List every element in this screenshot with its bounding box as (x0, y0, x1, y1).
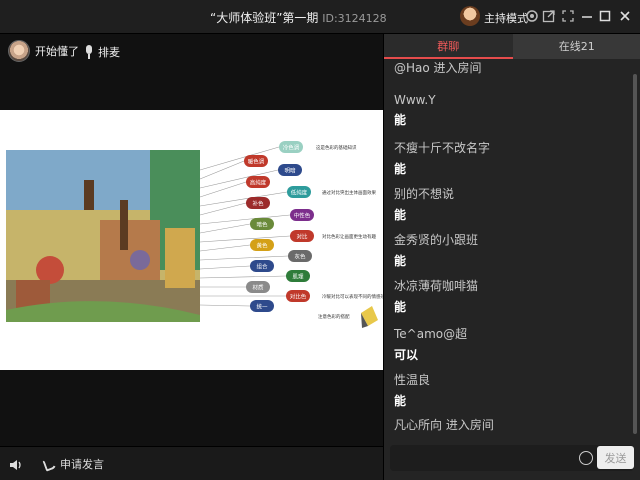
chat-message-text: 能 (394, 208, 407, 222)
chat-message-user: Te^amo@超 (394, 327, 468, 341)
mindmap-node-label: 低纯度 (291, 189, 308, 197)
message-list: @Hao 进入房间 Www.Y 能不瘦十斤不改名字能别的不想说能金秀贤的小跟班能冰凉… (384, 59, 634, 445)
chat-scrollbar[interactable] (633, 74, 637, 434)
settings-icon[interactable] (525, 9, 539, 23)
chat-message: 金秀贤的小跟班能 (394, 231, 624, 269)
chat-message-text: 能 (394, 394, 407, 408)
mindmap-connector (199, 214, 291, 225)
mindmap-connector (199, 223, 251, 234)
window-title: “大师体验班”第一期 ID:3124128 (210, 9, 387, 26)
chat-message-text: 能 (394, 254, 407, 268)
mindmap-node-label: 暗色 (256, 221, 268, 229)
chat-message: Te^amo@超 可以 (394, 325, 624, 363)
mindmap-node-label: 材质 (252, 284, 264, 292)
bottom-toolbar: 申请发言 (0, 446, 383, 480)
chat-message: @Hao 进入房间 (394, 59, 624, 76)
chat-message-user: 性温良 (394, 373, 431, 387)
chat-input-row: 发送 (390, 445, 634, 471)
popout-icon[interactable] (542, 9, 556, 23)
chat-message-user: 金秀贤的小跟班 (394, 233, 479, 247)
mindmap-connector (199, 244, 251, 252)
fullscreen-icon[interactable] (561, 9, 575, 23)
maximize-icon[interactable] (598, 9, 612, 23)
mindmap-node-label: 暖色调 (248, 158, 265, 166)
mindmap-node-label: 对比色 (290, 293, 307, 301)
speaker-icon[interactable] (9, 457, 23, 471)
mic-queue-button[interactable]: 排麦 (84, 44, 120, 60)
close-icon[interactable] (618, 9, 632, 23)
chat-tabs: 群聊 在线21 (384, 34, 640, 59)
mindmap-node-label: 高纯度 (250, 179, 267, 187)
app-window: “大师体验班”第一期 ID:3124128 主持模式 开始懂了 排麦 冷色调 暖… (0, 0, 640, 480)
chat-message: 不瘦十斤不改名字能 (394, 139, 624, 177)
mindmap-note: 注意色彩的搭配 (318, 313, 350, 320)
teacher-avatar[interactable] (8, 40, 30, 62)
emoji-icon[interactable] (579, 451, 593, 465)
mindmap-node-label: 统一 (256, 303, 268, 311)
chat-message-text: 能 (394, 300, 407, 314)
chat-message-user: 凡心所向 进入房间 (394, 418, 494, 432)
mindmap-node-label: 黄色 (256, 242, 268, 250)
mindmap-node-label: 中性色 (294, 212, 311, 220)
room-id: ID:3124128 (322, 12, 387, 25)
mindmap-connector (199, 255, 289, 261)
chat-message-text: 能 (394, 162, 407, 176)
chat-message: 性温良能 (394, 371, 624, 409)
teacher-info: 开始懂了 (8, 40, 79, 62)
title-bar: “大师体验班”第一期 ID:3124128 主持模式 (0, 0, 640, 34)
slide-artwork: 冷色调暖色调明暗高纯度低纯度补色中性色暗色对比黄色灰色组合肌理材质对比色统一 这是… (6, 141, 383, 328)
mindmap-node-label: 对比 (296, 233, 308, 241)
mindmap-connector (199, 235, 291, 243)
mindmap-connector (199, 181, 247, 198)
mic-icon (84, 45, 94, 59)
teacher-status: 开始懂了 (35, 45, 79, 58)
class-title: “大师体验班”第一期 (210, 11, 319, 25)
mindmap-node-label: 补色 (252, 200, 264, 208)
mindmap-node-label: 组合 (256, 263, 268, 271)
host-avatar[interactable] (460, 6, 480, 26)
chat-message: Www.Y 能 (394, 93, 624, 128)
mindmap-note: 通过对比突出主体画面效果 (322, 189, 376, 196)
chat-panel: 群聊 在线21 @Hao 进入房间 Www.Y 能不瘦十斤不改名字能别的不想说能金秀… (383, 34, 640, 480)
tab-group-chat[interactable]: 群聊 (384, 34, 513, 59)
mindmap-connector (199, 304, 251, 307)
chat-message-user: 别的不想说 (394, 187, 455, 201)
chat-message-text: 能 (394, 113, 407, 127)
video-stage: 开始懂了 排麦 冷色调 暖色调 明暗 高纯度 低纯度 补色 中性色 暗色 对比 … (0, 34, 383, 446)
mindmap-note: 这是色彩的基础知识 (316, 144, 357, 151)
chat-message-user: Www.Y (394, 93, 436, 107)
mic-queue-label: 排麦 (98, 46, 120, 59)
phone-icon (42, 456, 58, 472)
apply-speak-label: 申请发言 (60, 458, 104, 471)
send-button[interactable]: 发送 (597, 446, 634, 469)
minimize-icon[interactable] (580, 9, 594, 23)
chat-message-text: 可以 (394, 348, 419, 362)
chat-message: 别的不想说能 (394, 185, 624, 223)
chat-message: 凡心所向 进入房间 (394, 416, 624, 433)
apply-speak-button[interactable]: 申请发言 (42, 456, 104, 472)
chat-input[interactable] (390, 445, 580, 471)
tab-online[interactable]: 在线21 (512, 34, 640, 59)
mindmap-node-label: 灰色 (294, 253, 306, 261)
mindmap-node-label: 肌理 (292, 274, 304, 281)
chat-message-user: 不瘦十斤不改名字 (394, 141, 491, 155)
mindmap-node-label: 冷色调 (283, 144, 300, 152)
mindmap-node-label: 明暗 (284, 167, 296, 175)
chat-message: 冰凉薄荷咖啡猫能 (394, 277, 624, 315)
chat-message-user: 冰凉薄荷咖啡猫 (394, 279, 479, 293)
mindmap-connector (199, 265, 251, 270)
host-mode-label[interactable]: 主持模式 (484, 10, 528, 26)
chat-message-user: @Hao 进入房间 (394, 61, 482, 75)
mindmap-note: 对比色彩让画面更生动有趣 (322, 233, 376, 240)
mindmap-note: 冷暖对比可以表现不同的情感效果 (322, 293, 383, 300)
mindmap-connector (199, 275, 287, 279)
course-slide: 冷色调暖色调明暗高纯度低纯度补色中性色暗色对比黄色灰色组合肌理材质对比色统一 这是… (0, 110, 383, 370)
